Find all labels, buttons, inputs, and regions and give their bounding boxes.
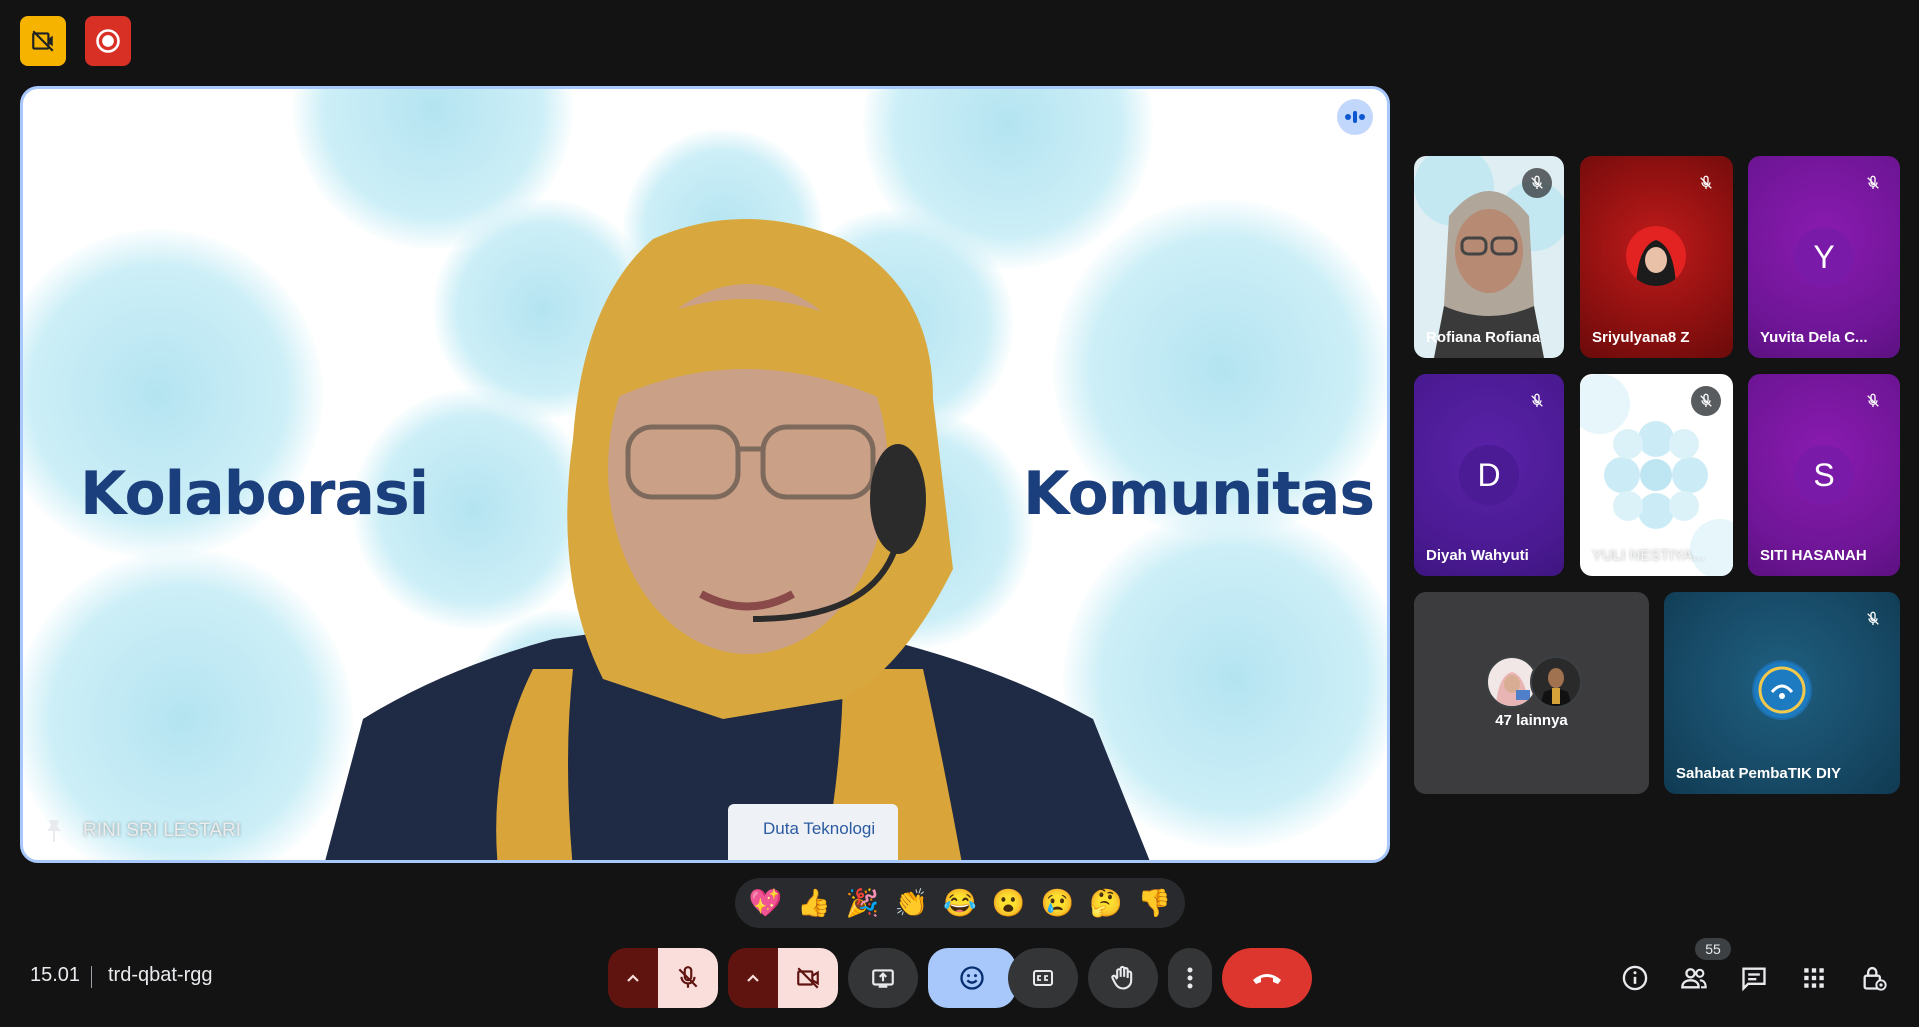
reaction-surprised[interactable]: 😮 (992, 889, 1026, 917)
participant-name: Rofiana Rofiana (1426, 329, 1541, 346)
reaction-thumbs-down[interactable]: 👎 (1138, 889, 1172, 917)
record-icon (96, 29, 120, 53)
reaction-thumbs-up[interactable]: 👍 (797, 889, 831, 917)
leave-call-button[interactable] (1222, 948, 1312, 1008)
mic-off-icon (1700, 175, 1712, 189)
mic-off-icon (1531, 175, 1543, 189)
participant-name: YULI NESTIYA... (1592, 547, 1706, 564)
end-call-icon (1253, 974, 1281, 984)
muted-indicator (1522, 386, 1552, 416)
mic-off-icon (1867, 393, 1879, 407)
audio-level-icon (1345, 111, 1365, 123)
participant-tile[interactable]: Y Yuvita Dela C... (1748, 156, 1900, 358)
chat-icon (1742, 967, 1766, 992)
recording-disabled-badge[interactable] (20, 16, 66, 66)
captions-button[interactable] (1008, 948, 1078, 1008)
avatar (1530, 656, 1582, 708)
avatar (1626, 226, 1686, 286)
reactions-button[interactable] (928, 948, 1016, 1008)
camera-toggle-button[interactable] (778, 948, 838, 1008)
chevron-up-icon (747, 974, 759, 982)
meeting-details-button[interactable] (1619, 962, 1651, 994)
others-tile[interactable]: 47 lainnya (1414, 592, 1649, 794)
muted-indicator (1858, 386, 1888, 416)
avatar-photo (1496, 672, 1530, 706)
mic-off-icon (1700, 393, 1712, 407)
participant-name: SITI HASANAH (1760, 547, 1867, 564)
avatar-initial: D (1459, 445, 1519, 505)
reaction-heart[interactable]: 💖 (749, 889, 783, 917)
audio-options-button[interactable] (608, 948, 658, 1008)
participant-count-badge: 55 (1695, 938, 1731, 960)
avatar-photo (1636, 240, 1676, 286)
reaction-laugh[interactable]: 😂 (943, 889, 977, 917)
divider (91, 966, 92, 988)
info-icon (1622, 965, 1648, 991)
raise-hand-button[interactable] (1088, 948, 1158, 1008)
mic-toggle-button[interactable] (658, 948, 718, 1008)
people-button[interactable] (1678, 962, 1710, 994)
people-icon (1681, 968, 1707, 989)
muted-indicator (1691, 386, 1721, 416)
participant-tile[interactable]: S SITI HASANAH (1748, 374, 1900, 576)
more-icon (1187, 967, 1193, 989)
speaking-indicator (1337, 99, 1373, 135)
avatar-initial: Y (1794, 227, 1854, 287)
reaction-thinking[interactable]: 🤔 (1089, 889, 1123, 917)
mic-off-icon (1531, 393, 1543, 407)
captions-icon (1033, 970, 1053, 986)
participant-name: Sahabat PembaTIK DIY (1676, 765, 1842, 782)
others-count-label: 47 lainnya (1495, 712, 1568, 729)
recording-badge[interactable] (85, 16, 131, 66)
camera-off-icon (797, 967, 819, 989)
participant-tile[interactable]: YULI NESTIYA... (1580, 374, 1733, 576)
avatar (1752, 660, 1812, 720)
present-button[interactable] (848, 948, 918, 1008)
participant-name: Sriyulyana8 Z (1592, 329, 1690, 346)
reaction-party[interactable]: 🎉 (846, 889, 880, 917)
participant-name: Diyah Wahyuti (1426, 547, 1529, 564)
host-controls-icon (1863, 966, 1887, 991)
muted-indicator (1858, 168, 1888, 198)
speaker-video: Duta Teknologi (325, 219, 1150, 860)
participant-tile[interactable]: Sriyulyana8 Z (1580, 156, 1733, 358)
participant-tile[interactable]: Rofiana Rofiana (1414, 156, 1564, 358)
mic-off-icon (1867, 175, 1879, 189)
participant-name: Yuvita Dela C... (1760, 329, 1868, 346)
community-logo (1754, 662, 1810, 718)
present-icon (872, 969, 894, 988)
reaction-clap[interactable]: 👏 (894, 889, 928, 917)
mic-off-icon (1867, 611, 1879, 625)
avatar-photo (1540, 668, 1572, 706)
bg-bubble (23, 549, 353, 860)
participant-tile[interactable]: Sahabat PembaTIK DIY (1664, 592, 1900, 794)
activities-icon (1804, 968, 1824, 988)
mic-off-icon (678, 966, 698, 988)
mic-control-group (608, 948, 718, 1008)
meeting-code[interactable]: trd-qbat-rgg (108, 964, 213, 987)
speaker-name: RINI SRI LESTARI (83, 820, 242, 841)
raise-hand-icon (1111, 965, 1133, 990)
pin-icon[interactable] (43, 818, 65, 844)
no-recording-icon (32, 30, 54, 52)
vest-logo-text: Duta Teknologi (763, 819, 875, 838)
activities-button[interactable] (1798, 962, 1830, 994)
muted-indicator (1522, 168, 1552, 198)
camera-control-group (728, 948, 838, 1008)
chevron-up-icon (627, 974, 639, 982)
main-speaker-tile[interactable]: Kolaborasi Komunitas Duta Teknologi RINI… (20, 86, 1390, 863)
reaction-sad[interactable]: 😢 (1040, 889, 1074, 917)
more-options-button[interactable] (1168, 948, 1212, 1008)
reactions-bar: 💖 👍 🎉 👏 😂 😮 😢 🤔 👎 (735, 878, 1185, 928)
emoji-icon (960, 966, 984, 990)
video-options-button[interactable] (728, 948, 778, 1008)
participant-tile[interactable]: D Diyah Wahyuti (1414, 374, 1564, 576)
avatar-initial: S (1794, 445, 1854, 505)
muted-indicator (1858, 604, 1888, 634)
host-controls-button[interactable] (1858, 962, 1890, 994)
chat-button[interactable] (1738, 962, 1770, 994)
meeting-time: 15.01 (30, 964, 81, 986)
muted-indicator (1691, 168, 1721, 198)
